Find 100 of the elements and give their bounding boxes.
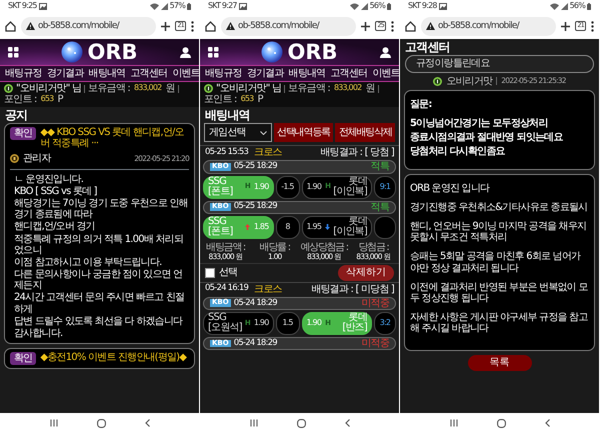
image-icon: [238, 3, 247, 10]
status-badge: 확인: [10, 352, 36, 366]
author-name: 관리자: [23, 153, 51, 165]
stat-label: 포인트 :: [4, 94, 37, 106]
level-icon: [204, 84, 213, 94]
page-title: 공지: [4, 106, 28, 123]
game-time: 05-25 18:29: [234, 202, 277, 212]
game-status: 미적중: [361, 338, 389, 350]
recents-icon[interactable]: [50, 419, 58, 427]
address-bar[interactable]: ob-5858.com/mobile/: [421, 16, 556, 36]
line-value: 1.5: [276, 312, 300, 335]
body-text: 답변 드릴수 있도록 최선을 다 하겠습니다: [14, 316, 184, 327]
user-name: "오비리거맛" 님: [16, 83, 82, 94]
logo-text[interactable]: ORB: [287, 42, 338, 62]
menu-item[interactable]: 배팅내역: [88, 68, 126, 80]
post-title[interactable]: ◆충전10% 이벤트 진행안내(평일)◆: [40, 352, 186, 364]
team-name: SSG [오원석]: [208, 312, 243, 334]
plus-icon[interactable]: [561, 22, 570, 30]
more-icon[interactable]: [591, 20, 594, 32]
list-button[interactable]: 목록: [468, 355, 532, 371]
summary-label: 배팅금액 :: [205, 242, 246, 253]
signal-icon: [560, 3, 568, 10]
user-name: "오비리거맛" 님: [216, 83, 282, 94]
page-title: 배팅내역: [204, 106, 251, 123]
stat-unit: 원: [365, 83, 375, 94]
globe-icon: [261, 41, 284, 63]
menu-icon[interactable]: [8, 46, 19, 58]
menu-item[interactable]: 고객센터: [130, 68, 168, 80]
user-icon[interactable]: [380, 46, 391, 58]
address-bar[interactable]: ob-5858.com/mobile/: [221, 16, 356, 36]
menu-item[interactable]: 배팅내역: [288, 68, 326, 80]
stat-value: 833,002: [134, 84, 162, 94]
user-icon[interactable]: [180, 46, 191, 58]
stat-value: 653: [40, 95, 54, 104]
back-icon[interactable]: [544, 419, 550, 427]
recents-icon[interactable]: [250, 419, 258, 427]
back-icon[interactable]: [144, 419, 150, 427]
delete-button[interactable]: 삭제하기: [338, 265, 394, 281]
bet-result: 배팅결과 : [ 당첨 ]: [320, 147, 394, 158]
plus-icon[interactable]: [361, 22, 370, 30]
url-text: ob-5858.com/mobile/: [38, 20, 119, 32]
plus-icon[interactable]: [161, 22, 170, 30]
status-time: SKT 9:25: [8, 2, 37, 11]
recents-icon[interactable]: [450, 419, 458, 427]
page-title: 고객센터: [404, 39, 451, 56]
odds-option[interactable]: 1.95 롯데 [이인복]: [302, 216, 372, 239]
answer-text: 경기진행중 우천취소&기타사유로 종료될시: [410, 202, 588, 213]
wifi-icon: [550, 3, 559, 10]
image-icon: [38, 3, 47, 10]
body-text: 해당경기는 7이닝 경기 도중 우천으로 인해 경기 종료됨에 따라: [14, 198, 189, 220]
back-icon[interactable]: [344, 419, 350, 427]
stat-label: 보유금액 :: [288, 83, 330, 94]
checkbox[interactable]: [205, 268, 215, 278]
address-bar[interactable]: ob-5858.com/mobile/: [21, 16, 156, 36]
home-button-icon[interactable]: [296, 418, 306, 428]
team-name: SSG [폰트]: [208, 176, 234, 198]
summary-label: 예상당첨금 :: [300, 242, 348, 253]
menu-item[interactable]: 고객센터: [330, 68, 368, 80]
home-button-icon[interactable]: [96, 418, 106, 428]
body-text: KBO [ SSG vs 롯데 ]: [14, 186, 98, 197]
menu-item[interactable]: 이벤트: [372, 68, 399, 80]
battery-level: 57%: [170, 2, 185, 11]
bet-type: 크로스: [254, 147, 282, 158]
menu-item[interactable]: 이벤트: [172, 68, 199, 80]
game-select[interactable]: 게임선택: [204, 123, 272, 142]
status-badge: 확인: [10, 127, 36, 140]
action-button[interactable]: 전체배팅삭제: [335, 123, 396, 142]
question-label: 질문:: [410, 98, 433, 110]
more-icon[interactable]: [191, 20, 194, 32]
menu-item[interactable]: 배팅규정: [5, 68, 42, 80]
odds-value: 1.90: [306, 319, 322, 328]
medal-icon: [10, 154, 19, 164]
home-icon[interactable]: [5, 20, 16, 32]
menu-item[interactable]: 경기결과: [246, 68, 284, 80]
home-icon[interactable]: [405, 20, 416, 32]
game-time: 05-25 18:29: [234, 162, 277, 172]
score: 9:1: [374, 176, 396, 199]
warning-icon: [226, 22, 235, 30]
game-status: 적특: [370, 161, 389, 173]
score: 3:2: [374, 312, 396, 335]
answer-text: 승패는 5회말 공격을 마친후 6회로 넘어가야만 정상 결과처리 됩니다: [410, 251, 582, 274]
body-text: 감사합니다.: [14, 328, 64, 340]
stat-unit: 원: [165, 83, 175, 94]
battery-icon: [187, 3, 191, 10]
logo-text[interactable]: ORB: [87, 42, 138, 62]
line-value: -1.5: [276, 176, 300, 199]
action-button[interactable]: 선택내역등록: [274, 123, 334, 142]
menu-item[interactable]: 배팅규정: [205, 68, 242, 80]
game-time: 05-24 18:29: [234, 298, 277, 308]
home-button-icon[interactable]: [496, 418, 506, 428]
line-value: 8: [276, 216, 300, 239]
image-icon: [438, 3, 447, 10]
menu-icon[interactable]: [208, 46, 219, 58]
body-text: ㄴ 운영진입니다.: [14, 174, 84, 185]
more-icon[interactable]: [391, 20, 394, 32]
status-time: SKT 9:28: [408, 2, 437, 11]
subject-field: 규정이랑틀린데요: [405, 55, 594, 73]
post-title[interactable]: ◆◆ KBO SSG VS 롯데 핸디캡,언/오버 적중특례 ···: [40, 127, 189, 150]
home-icon[interactable]: [205, 20, 216, 32]
menu-item[interactable]: 경기결과: [46, 68, 84, 80]
